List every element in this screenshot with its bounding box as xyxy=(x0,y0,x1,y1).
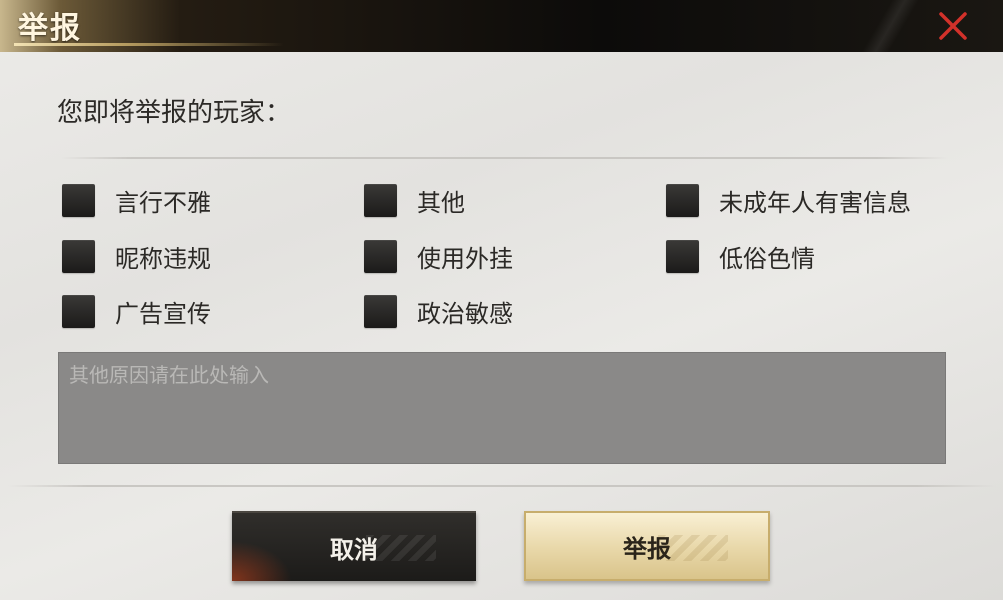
title-underline xyxy=(14,43,284,46)
reason-option[interactable]: 其他 xyxy=(364,180,465,220)
cancel-button[interactable]: 取消 xyxy=(232,511,476,581)
reason-option[interactable]: 低俗色情 xyxy=(666,236,815,276)
reason-label: 未成年人有害信息 xyxy=(719,188,911,217)
reason-option[interactable]: 未成年人有害信息 xyxy=(666,180,911,220)
divider-bottom xyxy=(8,485,996,487)
close-icon xyxy=(939,12,967,40)
report-button-label: 举报 xyxy=(623,534,671,563)
checkbox[interactable] xyxy=(364,294,397,328)
reason-label: 低俗色情 xyxy=(719,244,815,273)
divider-top xyxy=(60,157,948,159)
report-button[interactable]: 举报 xyxy=(524,511,770,581)
reason-option[interactable]: 政治敏感 xyxy=(364,291,513,331)
report-prompt: 您即将举报的玩家： xyxy=(57,98,292,128)
reason-label: 广告宣传 xyxy=(115,299,211,328)
reason-label: 其他 xyxy=(417,188,465,217)
checkbox[interactable] xyxy=(62,183,95,217)
other-reason-input[interactable]: 其他原因请在此处输入 xyxy=(58,352,946,464)
reason-label: 使用外挂 xyxy=(417,244,513,273)
report-dialog: 举报 您即将举报的玩家： 言行不雅 其他 未成年人有害信息 昵称违规 使用外挂 … xyxy=(0,0,1003,600)
dialog-title-bar: 举报 xyxy=(0,0,1003,52)
reason-option[interactable]: 使用外挂 xyxy=(364,236,513,276)
reason-option[interactable]: 言行不雅 xyxy=(62,180,211,220)
reason-label: 言行不雅 xyxy=(115,188,211,217)
checkbox[interactable] xyxy=(62,239,95,273)
reason-option[interactable]: 昵称违规 xyxy=(62,236,211,276)
checkbox[interactable] xyxy=(364,183,397,217)
reason-label: 昵称违规 xyxy=(115,244,211,273)
dialog-title: 举报 xyxy=(18,11,82,46)
checkbox[interactable] xyxy=(666,183,699,217)
close-button[interactable] xyxy=(933,8,973,44)
checkbox[interactable] xyxy=(62,294,95,328)
checkbox[interactable] xyxy=(364,239,397,273)
cancel-button-label: 取消 xyxy=(330,535,378,564)
reason-label: 政治敏感 xyxy=(417,299,513,328)
checkbox[interactable] xyxy=(666,239,699,273)
reason-option[interactable]: 广告宣传 xyxy=(62,291,211,331)
